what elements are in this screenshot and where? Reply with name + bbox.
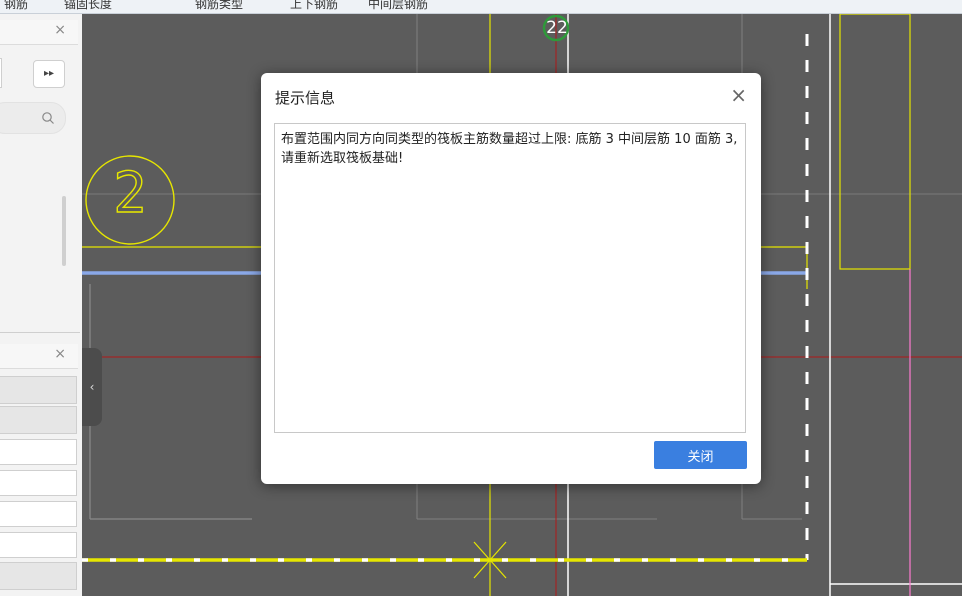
scrollbar-thumb[interactable]	[62, 196, 66, 266]
property-row[interactable]	[0, 439, 77, 465]
yellow-column	[839, 14, 911, 270]
more-button[interactable]: ▸▸	[33, 60, 65, 88]
top-toolbar: 钢筋 锚固长度 钢筋类型 上下钢筋 中间层钢筋	[0, 0, 962, 14]
toolbar-item-rebar-type[interactable]: 钢筋类型	[195, 0, 243, 12]
property-row[interactable]	[0, 501, 77, 527]
panel-close-button-bottom[interactable]: ×	[54, 346, 66, 362]
panel-close-button-top[interactable]: ×	[54, 22, 66, 38]
panel-header-top: ×	[0, 20, 78, 45]
dialog-title: 提示信息	[275, 89, 336, 107]
search-field-edge[interactable]	[0, 58, 2, 88]
message-dialog: 提示信息 × 布置范围内同方向同类型的筏板主筋数量超过上限: 底筋 3 中间层筋…	[261, 73, 761, 484]
search-input[interactable]	[0, 102, 66, 134]
panel-header-bottom: ×	[0, 344, 78, 369]
axis-label-left: 2	[112, 160, 147, 226]
toolbar-item-anchorage[interactable]: 锚固长度	[64, 0, 112, 12]
panel-divider	[0, 332, 80, 333]
property-row[interactable]	[0, 532, 77, 558]
close-button[interactable]: 关闭	[654, 441, 747, 469]
chevron-left-icon: ‹	[89, 380, 95, 394]
dialog-message: 布置范围内同方向同类型的筏板主筋数量超过上限: 底筋 3 中间层筋 10 面筋 …	[274, 123, 746, 433]
property-row[interactable]	[0, 406, 77, 434]
property-row[interactable]	[0, 376, 77, 404]
radio-top-bottom[interactable]: 上下钢筋	[290, 0, 338, 12]
toolbar-item-rebar[interactable]: 钢筋	[4, 0, 28, 12]
axis-label-top: 22	[546, 18, 568, 38]
dialog-close-icon[interactable]: ×	[730, 83, 747, 107]
radio-middle[interactable]: 中间层钢筋	[368, 0, 428, 12]
collapse-panel-button[interactable]: ‹	[82, 348, 102, 426]
search-icon	[42, 112, 54, 124]
left-panel: × ▸▸ ×	[0, 14, 83, 596]
property-row[interactable]	[0, 562, 77, 590]
property-row[interactable]	[0, 470, 77, 496]
